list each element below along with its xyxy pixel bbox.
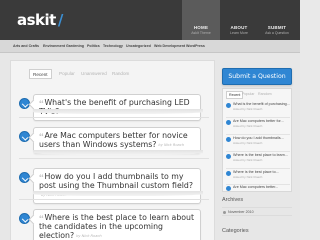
divider	[19, 199, 209, 200]
site-logo[interactable]: askit /	[17, 11, 63, 29]
nav-home[interactable]: HOME AskIt Theme	[182, 0, 220, 40]
bullet-icon	[226, 171, 231, 176]
nav-submit-subtitle: Ask a Question	[265, 31, 289, 35]
sidebar-questions-widget: Recent Popular Random What is the benefi…	[222, 88, 292, 192]
logo-slash: /	[57, 11, 63, 29]
category-link[interactable]: Arts and Crafts	[13, 44, 39, 48]
logo-text: askit	[17, 11, 56, 29]
question-bubble[interactable]: 44Where is the best place to learn about…	[33, 209, 201, 240]
sidebar-question-item[interactable]: Are Mac computers better...	[226, 185, 290, 192]
answer-count: 44	[39, 100, 44, 104]
sidebar-question-author: Asked by Nick Roach	[233, 175, 263, 179]
sidebar-question-author: Asked by Nick Roach	[233, 107, 263, 111]
category-link[interactable]: Politics	[87, 44, 100, 48]
nav-submit-title: SUBMIT	[267, 25, 287, 30]
question-title[interactable]: How do you I add thumbnails to my post u…	[39, 172, 193, 190]
tab-popular[interactable]: Popular	[59, 69, 75, 79]
sidebar-question-item[interactable]: What is the benefit of purchasing... Ask…	[226, 102, 290, 116]
bullet-icon	[223, 211, 226, 214]
nav-about[interactable]: ABOUT Learn More	[220, 0, 258, 40]
sidebar-question-title[interactable]: Where is the best place to learn...	[233, 153, 290, 157]
question-author: by Nick Roach	[76, 233, 102, 238]
sidebar-question-title[interactable]: What is the benefit of purchasing...	[233, 102, 290, 106]
category-link[interactable]: Environment	[43, 44, 65, 48]
bullet-icon	[226, 120, 231, 125]
category-link[interactable]: Gardening	[66, 44, 84, 48]
nav-about-title: ABOUT	[230, 25, 248, 30]
category-link[interactable]: Web Development	[154, 44, 185, 48]
divider	[226, 134, 290, 135]
submit-question-button[interactable]: Submit a Question	[222, 68, 292, 85]
nav-home-title: HOME	[193, 25, 209, 30]
category-link[interactable]: Technology	[103, 44, 123, 48]
sidebar-question-item[interactable]: Are Mac computers better for... Asked by…	[226, 119, 290, 133]
sidebar-tab-random[interactable]: Random	[258, 92, 272, 96]
sidebar-question-title[interactable]: Are Mac computers better for...	[233, 119, 290, 123]
answer-count: 44	[39, 215, 44, 219]
tab-unanswered[interactable]: Unanswered	[81, 69, 107, 79]
divider	[19, 117, 209, 118]
divider	[226, 151, 290, 152]
archive-label[interactable]: November 2010	[228, 210, 254, 214]
sidebar-question-item[interactable]: How do you I add thumbnails... Asked by …	[226, 136, 290, 150]
tab-random[interactable]: Random	[112, 69, 129, 79]
category-link[interactable]: WordPress	[186, 44, 205, 48]
answer-count: 44	[39, 133, 44, 137]
questions-panel: Recent Popular Unanswered Random 44What'…	[10, 60, 215, 240]
tab-recent[interactable]: Recent	[29, 69, 52, 79]
sidebar-question-title[interactable]: How do you I add thumbnails...	[233, 136, 290, 140]
archives-heading: Archives	[222, 197, 244, 203]
divider	[19, 158, 209, 159]
bullet-icon	[226, 154, 231, 159]
bullet-icon	[226, 103, 231, 108]
bullet-icon	[226, 137, 231, 142]
question-title[interactable]: Where is the best place to learn about t…	[39, 213, 194, 240]
bubble-shadow	[33, 150, 203, 155]
archive-link[interactable]: November 2010	[222, 207, 292, 216]
divider	[226, 117, 290, 118]
bubble-shadow	[33, 109, 203, 114]
nav-home-subtitle: AskIt Theme	[191, 31, 211, 35]
sidebar-question-title[interactable]: Are Mac computers better...	[233, 185, 290, 189]
answer-count: 44	[39, 174, 44, 178]
sidebar-question-author: Asked by Nick Roach	[233, 124, 263, 128]
question-author: by Nick Roach	[158, 142, 185, 147]
sidebar-question-title[interactable]: Where is the best place to...	[233, 170, 290, 174]
nav-about-subtitle: Learn More	[230, 31, 248, 35]
bullet-icon	[226, 186, 231, 191]
page: askit / HOME AskIt Theme ABOUT Learn More…	[0, 0, 300, 240]
category-link[interactable]: Uncategorized	[126, 44, 151, 48]
categories-heading: Categories	[222, 228, 249, 234]
bubble-shadow	[33, 191, 203, 196]
nav-submit[interactable]: SUBMIT Ask a Question	[258, 0, 296, 40]
category-nav: Arts and Crafts Environment Gardening Po…	[0, 40, 300, 53]
sidebar-question-item[interactable]: Where is the best place to learn... Aske…	[226, 153, 290, 167]
sidebar-question-author: Asked by Nick Roach	[233, 141, 263, 145]
sidebar-tab-popular[interactable]: Popular	[242, 92, 254, 96]
divider	[226, 168, 290, 169]
site-header: askit / HOME AskIt Theme ABOUT Learn More…	[0, 0, 300, 40]
sidebar-question-item[interactable]: Where is the best place to... Asked by N…	[226, 170, 290, 184]
sidebar-tab-recent[interactable]: Recent	[226, 91, 244, 99]
sidebar-question-author: Asked by Nick Roach	[233, 158, 263, 162]
